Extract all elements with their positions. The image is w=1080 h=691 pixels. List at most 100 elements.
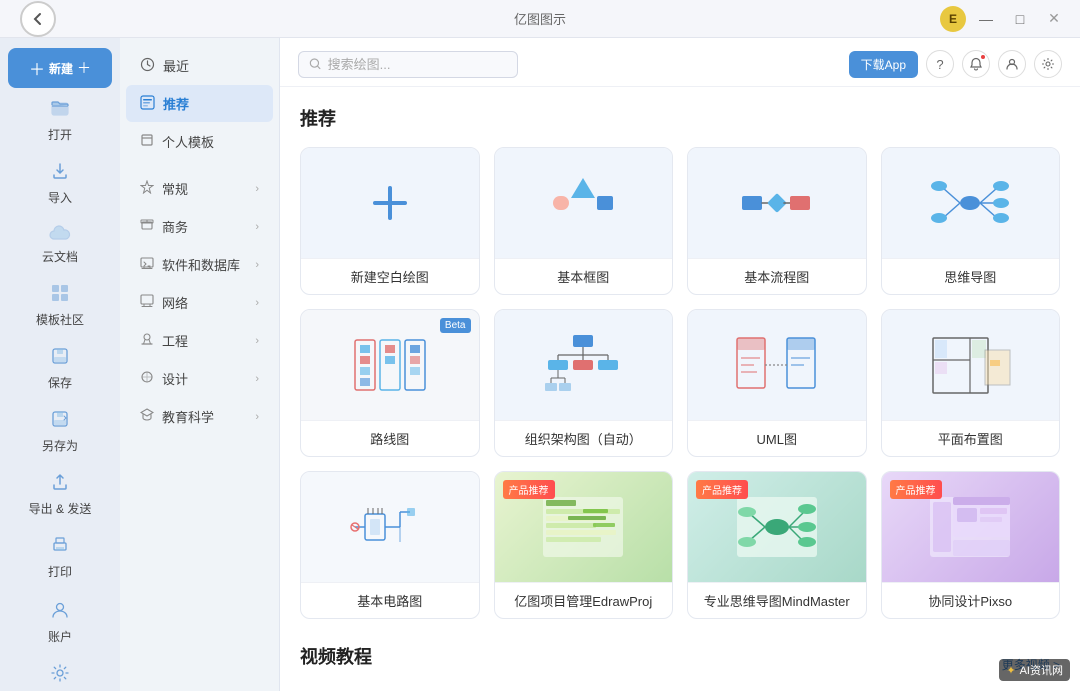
- template-label: 模板社区: [36, 311, 84, 328]
- left-item-saveas[interactable]: 另存为: [8, 401, 112, 462]
- education-chevron: ›: [255, 411, 259, 423]
- mid-item-recommend[interactable]: 推荐: [126, 85, 273, 122]
- main-layout: ＋ 新建 ＋ 打开: [0, 38, 1080, 691]
- new-label: 新建: [49, 60, 73, 77]
- template-card-new-blank[interactable]: 新建空白绘图: [300, 147, 480, 295]
- left-item-cloud[interactable]: 云文档: [8, 216, 112, 273]
- watermark: ✦ AI资讯网: [999, 659, 1070, 681]
- app-title: 亿图图示: [514, 9, 566, 28]
- personal-icon: [140, 133, 154, 150]
- left-item-options[interactable]: 选项: [8, 655, 112, 691]
- template-thumb-route-map: Beta: [301, 310, 479, 420]
- design-icon: [140, 370, 154, 387]
- template-card-edrawproj[interactable]: 产品推荐: [494, 471, 674, 619]
- education-label: 教育科学: [162, 407, 214, 426]
- general-label: 常规: [162, 179, 188, 198]
- mid-item-education[interactable]: 教育科学 ›: [126, 398, 273, 435]
- general-icon: [140, 180, 154, 197]
- template-label-floor-plan: 平面布置图: [882, 420, 1060, 456]
- left-item-open[interactable]: 打开: [8, 90, 112, 151]
- recent-icon: [140, 57, 155, 75]
- template-label-mind-map: 思维导图: [882, 258, 1060, 294]
- engineering-chevron: ›: [255, 335, 259, 347]
- maximize-button[interactable]: □: [1006, 5, 1034, 33]
- account-label: 账户: [48, 628, 72, 645]
- template-card-pixso[interactable]: 产品推荐 协同设计Pixso: [881, 471, 1061, 619]
- template-card-route-map[interactable]: Beta: [300, 309, 480, 457]
- product-badge-mindmaster: 产品推荐: [696, 480, 748, 499]
- import-label: 导入: [48, 189, 72, 206]
- template-label-pixso: 协同设计Pixso: [882, 582, 1060, 618]
- template-label-route-map: 路线图: [301, 420, 479, 456]
- mid-item-design[interactable]: 设计 ›: [126, 360, 273, 397]
- recent-label: 最近: [163, 56, 189, 75]
- mid-item-software[interactable]: 软件和数据库 ›: [126, 246, 273, 283]
- help-button[interactable]: ?: [926, 50, 954, 78]
- close-button[interactable]: ✕: [1040, 5, 1068, 33]
- open-icon: [50, 98, 70, 123]
- account-icon: [50, 600, 70, 625]
- search-input[interactable]: [328, 57, 507, 72]
- notification-button[interactable]: [962, 50, 990, 78]
- template-thumb-basic-flow: [688, 148, 866, 258]
- new-plus-icon: ＋: [77, 58, 91, 78]
- left-item-export[interactable]: 导出 & 发送: [8, 464, 112, 525]
- template-thumb-edrawproj: 产品推荐: [495, 472, 673, 582]
- template-card-mind-map[interactable]: 思维导图: [881, 147, 1061, 295]
- back-button[interactable]: [20, 1, 56, 37]
- header-actions: 下载App ?: [849, 50, 1062, 78]
- import-icon: [50, 161, 70, 186]
- settings-button[interactable]: [1034, 50, 1062, 78]
- mid-item-network[interactable]: 网络 ›: [126, 284, 273, 321]
- new-icon: ＋: [29, 56, 45, 80]
- template-card-uml[interactable]: UML图: [687, 309, 867, 457]
- saveas-label: 另存为: [42, 437, 78, 454]
- business-label: 商务: [162, 217, 188, 236]
- template-thumb-basic-frame: [495, 148, 673, 258]
- recommend-icon: [140, 95, 155, 113]
- template-card-basic-flow[interactable]: 基本流程图: [687, 147, 867, 295]
- engineering-icon: [140, 332, 154, 349]
- template-card-basic-frame[interactable]: 基本框图: [494, 147, 674, 295]
- left-item-new[interactable]: ＋ 新建 ＋: [8, 48, 112, 88]
- template-thumb-new-blank: [301, 148, 479, 258]
- mid-item-personal[interactable]: 个人模板: [126, 123, 273, 160]
- mid-item-recent[interactable]: 最近: [126, 47, 273, 84]
- template-card-mindmaster[interactable]: 产品推荐: [687, 471, 867, 619]
- mid-item-engineering[interactable]: 工程 ›: [126, 322, 273, 359]
- download-app-button[interactable]: 下载App: [849, 51, 918, 78]
- template-label-new-blank: 新建空白绘图: [301, 258, 479, 294]
- template-thumb-uml: [688, 310, 866, 420]
- product-badge-edrawproj: 产品推荐: [503, 480, 555, 499]
- template-card-floor-plan[interactable]: 平面布置图: [881, 309, 1061, 457]
- template-grid: 新建空白绘图 基本框图: [300, 147, 1060, 619]
- left-sidebar: ＋ 新建 ＋ 打开: [0, 38, 120, 691]
- recommend-label: 推荐: [163, 94, 189, 113]
- search-icon: [309, 57, 322, 71]
- content-body: 推荐 新建空白绘图: [280, 87, 1080, 691]
- template-thumb-pixso: 产品推荐: [882, 472, 1060, 582]
- minimize-button[interactable]: —: [972, 5, 1000, 33]
- search-box[interactable]: [298, 51, 518, 78]
- mid-item-business[interactable]: 商务 ›: [126, 208, 273, 245]
- left-sidebar-bottom: 账户 选项: [0, 590, 120, 691]
- user-avatar[interactable]: E: [940, 6, 966, 32]
- mid-item-general[interactable]: 常规 ›: [126, 170, 273, 207]
- left-item-save[interactable]: 保存: [8, 338, 112, 399]
- left-item-account[interactable]: 账户: [8, 592, 112, 653]
- business-chevron: ›: [255, 221, 259, 233]
- left-item-print[interactable]: 打印: [8, 527, 112, 588]
- template-card-org-chart[interactable]: 组织架构图（自动）: [494, 309, 674, 457]
- left-item-import[interactable]: 导入: [8, 153, 112, 214]
- software-label: 软件和数据库: [162, 255, 240, 274]
- left-item-template[interactable]: 模板社区: [8, 275, 112, 336]
- network-chevron: ›: [255, 297, 259, 309]
- user-button[interactable]: [998, 50, 1026, 78]
- template-card-circuit[interactable]: 基本电路图: [300, 471, 480, 619]
- video-section-header: 视频教程 更多视频 >: [300, 643, 1060, 685]
- titlebar: 亿图图示 E — □ ✕: [0, 0, 1080, 38]
- save-icon: [50, 346, 70, 371]
- template-thumb-circuit: [301, 472, 479, 582]
- video-section-title: 视频教程: [300, 643, 372, 669]
- network-icon: [140, 294, 154, 311]
